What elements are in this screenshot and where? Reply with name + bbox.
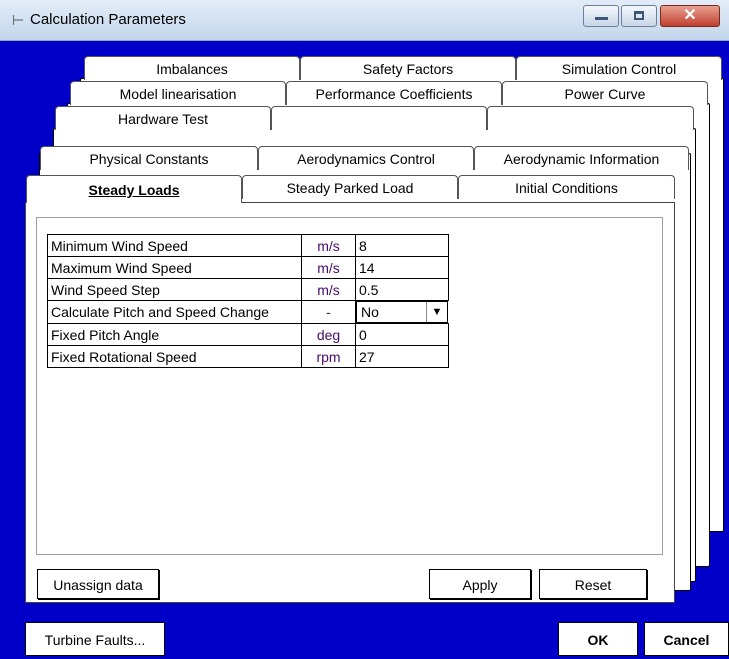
table-row: Fixed Pitch Angle deg 0 (47, 323, 449, 346)
tab-initial-conditions[interactable]: Initial Conditions (458, 175, 675, 199)
param-unit: deg (301, 323, 356, 346)
parameters-group: Minimum Wind Speed m/s 8 Maximum Wind Sp… (36, 217, 663, 555)
steady-loads-panel: Minimum Wind Speed m/s 8 Maximum Wind Sp… (25, 202, 675, 603)
param-unit: m/s (301, 234, 356, 257)
wind-speed-step-input[interactable]: 0.5 (355, 278, 449, 301)
param-unit: m/s (301, 278, 356, 301)
max-wind-speed-input[interactable]: 14 (355, 256, 449, 279)
turbine-faults-button[interactable]: Turbine Faults... (25, 622, 165, 656)
tab-hardware-test[interactable]: Hardware Test (55, 106, 271, 130)
apply-button[interactable]: Apply (429, 569, 531, 599)
tab-performance-coefficients[interactable]: Performance Coefficients (286, 81, 502, 105)
ok-button[interactable]: OK (558, 622, 638, 656)
tab-power-curve[interactable]: Power Curve (502, 81, 708, 105)
param-unit: m/s (301, 256, 356, 279)
pitch-speed-change-select[interactable]: No ▼ (356, 301, 448, 323)
tab-steady-loads[interactable]: Steady Loads (26, 175, 242, 203)
param-name: Fixed Rotational Speed (47, 345, 302, 368)
tab-empty-1[interactable] (271, 106, 487, 130)
tab-imbalances[interactable]: Imbalances (84, 56, 300, 80)
param-name: Calculate Pitch and Speed Change (47, 300, 302, 324)
param-name: Maximum Wind Speed (47, 256, 302, 279)
tab-aerodynamics-control[interactable]: Aerodynamics Control (258, 146, 474, 170)
param-name: Wind Speed Step (47, 278, 302, 301)
close-icon: ✕ (683, 7, 697, 24)
fixed-rotational-speed-input[interactable]: 27 (355, 345, 449, 368)
tab-steady-parked-load[interactable]: Steady Parked Load (242, 175, 458, 199)
parameters-table: Minimum Wind Speed m/s 8 Maximum Wind Sp… (47, 234, 449, 368)
table-row: Minimum Wind Speed m/s 8 (47, 234, 449, 257)
tab-aerodynamic-information[interactable]: Aerodynamic Information (474, 146, 689, 170)
table-row: Fixed Rotational Speed rpm 27 (47, 345, 449, 368)
table-row: Maximum Wind Speed m/s 14 (47, 256, 449, 279)
maximize-button[interactable] (621, 5, 657, 27)
reset-button[interactable]: Reset (539, 569, 647, 599)
title-bar: ⊢ Calculation Parameters ✕ (0, 0, 729, 41)
param-unit: - (301, 300, 356, 324)
minimize-button[interactable] (583, 5, 619, 27)
param-name: Fixed Pitch Angle (47, 323, 302, 346)
tab-physical-constants[interactable]: Physical Constants (40, 146, 258, 170)
close-button[interactable]: ✕ (660, 5, 720, 27)
tab-safety-factors[interactable]: Safety Factors (300, 56, 516, 80)
wind-turbine-icon: ⊢ (12, 12, 25, 28)
window-title: Calculation Parameters (30, 11, 186, 28)
min-wind-speed-input[interactable]: 8 (355, 234, 449, 257)
table-row: Calculate Pitch and Speed Change - No ▼ (47, 300, 448, 324)
chevron-down-icon[interactable]: ▼ (426, 302, 447, 322)
table-row: Wind Speed Step m/s 0.5 (47, 278, 449, 301)
tab-empty-2[interactable] (487, 106, 694, 130)
tab-simulation-control[interactable]: Simulation Control (516, 56, 722, 80)
minimize-icon (595, 17, 608, 20)
param-name: Minimum Wind Speed (47, 234, 302, 257)
select-value: No (361, 304, 379, 320)
cancel-button[interactable]: Cancel (644, 622, 729, 656)
fixed-pitch-angle-input[interactable]: 0 (355, 323, 449, 346)
pitch-speed-change-cell: No ▼ (356, 301, 448, 324)
param-unit: rpm (301, 345, 356, 368)
unassign-data-button[interactable]: Unassign data (37, 569, 159, 599)
tab-model-linearisation[interactable]: Model linearisation (70, 81, 286, 105)
maximize-icon (634, 11, 644, 20)
